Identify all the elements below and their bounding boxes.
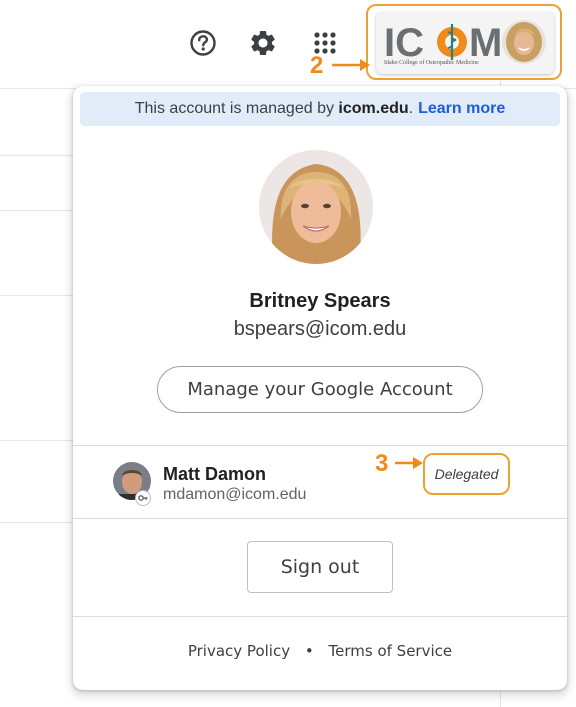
callout-arrow-icon [395, 457, 423, 469]
callout-step-3: 3 [375, 450, 389, 477]
callout-arrow-icon [332, 59, 370, 71]
delegated-account-name: Matt Damon [163, 464, 266, 484]
terms-of-service-link[interactable]: Terms of Service [329, 642, 453, 660]
learn-more-link[interactable]: Learn more [418, 100, 505, 118]
help-circle-icon[interactable] [188, 28, 218, 58]
profile-name: Britney Spears [249, 290, 391, 312]
callout-step-2: 2 [310, 52, 324, 79]
sign-out-button[interactable]: Sign out [247, 541, 393, 593]
banner-separator: . [408, 100, 414, 117]
account-menu-popup: This account is managed by icom.edu . Le… [73, 86, 567, 690]
delegated-account-email: mdamon@icom.edu [163, 486, 307, 503]
account-switcher-button[interactable]: IC M Idaho College of Osteopathic Medici… [366, 4, 562, 80]
background-divider [0, 440, 74, 441]
account-chip[interactable]: IC M Idaho College of Osteopathic Medici… [376, 12, 554, 74]
svg-text:IC: IC [384, 21, 424, 65]
background-divider [0, 522, 74, 523]
privacy-policy-link[interactable]: Privacy Policy [188, 642, 290, 660]
delegated-badge: Delegated [423, 453, 510, 495]
key-icon [135, 490, 151, 506]
delegated-account-row[interactable]: Matt Damon mdamon@icom.edu 3 Delegated [73, 446, 567, 518]
managed-account-banner: This account is managed by icom.edu . Le… [80, 92, 560, 126]
divider [73, 518, 567, 519]
settings-gear-icon[interactable] [248, 28, 278, 58]
avatar [502, 20, 546, 64]
background-divider [0, 210, 74, 211]
profile-email: bspears@icom.edu [233, 318, 407, 340]
svg-text:M: M [469, 21, 502, 65]
divider [73, 616, 567, 617]
footer-separator: • [304, 642, 314, 660]
manage-account-button[interactable]: Manage your Google Account [157, 366, 483, 413]
delegated-label: Delegated [434, 466, 499, 482]
banner-text: This account is managed by [134, 100, 339, 117]
banner-domain: icom.edu [338, 100, 409, 117]
background-divider [0, 155, 74, 156]
profile-photo[interactable] [259, 150, 373, 264]
footer: Privacy Policy • Terms of Service [73, 642, 567, 660]
background-divider [0, 295, 74, 296]
icom-logo-subtitle: Idaho College of Osteopathic Medicine [384, 60, 479, 66]
